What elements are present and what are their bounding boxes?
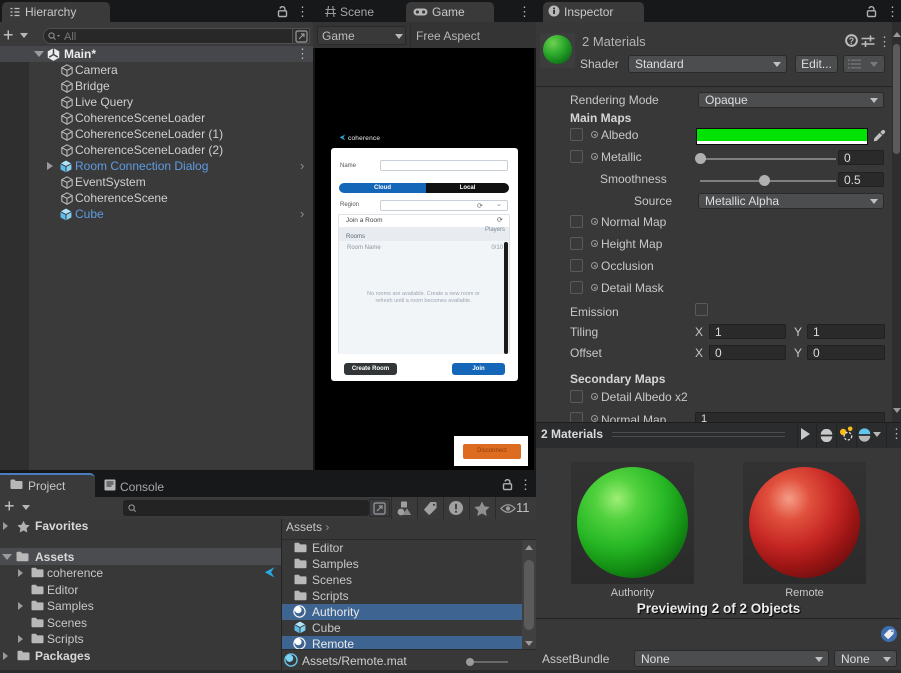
svg-text:?: ? bbox=[849, 36, 854, 46]
